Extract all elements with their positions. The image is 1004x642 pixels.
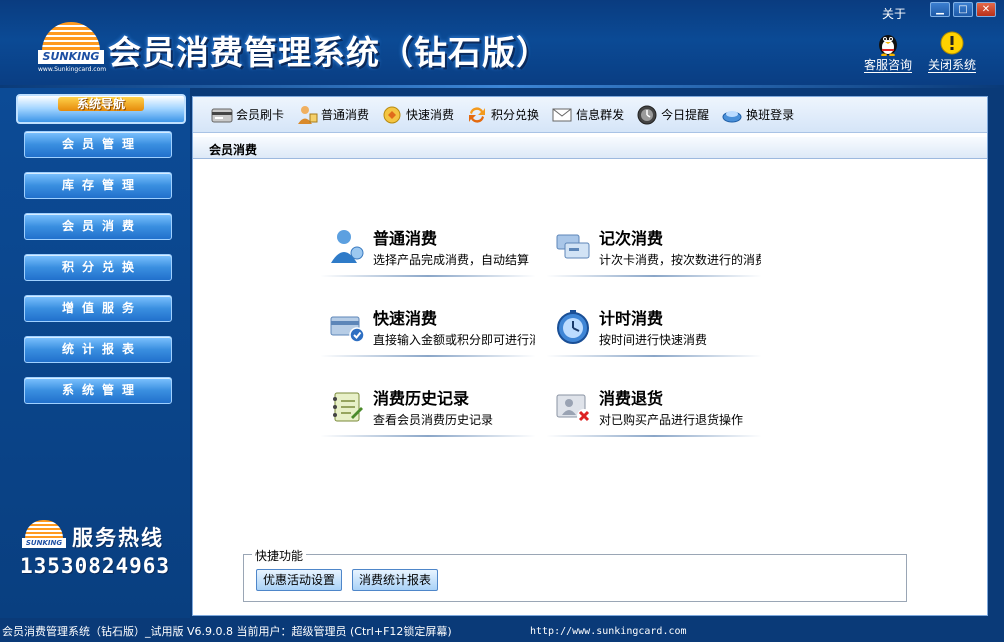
mini-logo-text: SUNKING: [22, 538, 66, 548]
card-title: 消费历史记录: [373, 389, 470, 408]
navigation-sidebar: 系统导航 会员管理 库存管理 会员消费 积分兑换 增值服务 统计报表 系统管理 …: [0, 88, 190, 618]
close-button[interactable]: ✕: [976, 2, 996, 17]
sidebar-item-statistics-report[interactable]: 统计报表: [24, 336, 172, 363]
toolbar-points-exchange-button[interactable]: 积分兑换: [466, 103, 539, 127]
user-purchase-icon: [331, 230, 364, 263]
sidebar-item-inventory-management[interactable]: 库存管理: [24, 172, 172, 199]
card-purchase-return[interactable]: 消费退货 对已购买产品进行退货操作: [547, 381, 761, 437]
card-title: 记次消费: [599, 229, 664, 248]
toolbar-today-reminder-button[interactable]: 今日提醒: [636, 103, 709, 127]
card-description: 查看会员消费历史记录: [373, 413, 494, 427]
card-description: 计次卡消费，按次数进行的消费: [599, 253, 761, 267]
sidebar-item-points-exchange[interactable]: 积分兑换: [24, 254, 172, 281]
toolbar-broadcast-message-button[interactable]: 信息群发: [551, 103, 624, 127]
card-reader-icon: [211, 108, 233, 122]
card-fast-purchase[interactable]: 快速消费 直接输入金额或积分即可进行消: [321, 301, 535, 357]
timer-icon: [557, 310, 589, 344]
toolbar-label: 积分兑换: [491, 108, 540, 122]
sidebar-item-member-management[interactable]: 会员管理: [24, 131, 172, 158]
card-description: 直接输入金额或积分即可进行消: [373, 333, 535, 347]
toolbar-card-swipe-button[interactable]: 会员刷卡: [211, 103, 284, 127]
toolbar-label: 会员刷卡: [236, 108, 285, 122]
consumption-report-button[interactable]: 消费统计报表: [352, 569, 439, 591]
sun-logo-icon: [42, 22, 100, 52]
hotline-number: 13530824963: [20, 554, 171, 578]
card-normal-purchase[interactable]: 普通消费 选择产品完成消费，自动结算: [321, 221, 535, 277]
fast-purchase-icon: [330, 316, 365, 343]
toolbar-label: 快速消费: [406, 108, 455, 122]
card-timed-purchase[interactable]: 计时消费 按时间进行快速消费: [547, 301, 761, 357]
minimize-button[interactable]: ▁: [930, 2, 950, 17]
service-hotline: SUNKING 服务热线 13530824963: [20, 516, 190, 586]
window-controls: ▁ □ ✕: [930, 2, 996, 20]
mini-logo: SUNKING: [22, 520, 66, 554]
toolbar-normal-purchase-button[interactable]: 普通消费: [296, 103, 369, 127]
count-card-icon: [556, 234, 590, 259]
toolbar-label: 普通消费: [321, 108, 370, 122]
title-bar: SUNKING www.Sunkingcard.com 会员消费管理系统（钻石版…: [0, 0, 1004, 88]
reminder-icon: [637, 105, 657, 124]
toolbar-label: 今日提醒: [661, 108, 710, 122]
toolbar-label: 信息群发: [576, 108, 625, 122]
logo-url: www.Sunkingcard.com: [38, 66, 107, 73]
user-purchase-icon: [298, 105, 318, 124]
card-purchase-history[interactable]: 消费历史记录 查看会员消费历史记录: [321, 381, 535, 437]
card-description: 选择产品完成消费，自动结算: [373, 253, 530, 267]
status-text: 会员消费管理系统（钻石版）_试用版 V6.9.0.8 当前用户：超级管理员 (C…: [2, 625, 452, 638]
card-count-purchase[interactable]: 记次消费 计次卡消费，按次数进行的消费: [547, 221, 761, 277]
card-title: 计时消费: [599, 309, 664, 328]
quick-functions-title: 快捷功能: [252, 547, 307, 564]
toolbar-label: 换班登录: [746, 108, 795, 122]
promotion-settings-button[interactable]: 优惠活动设置: [256, 569, 343, 591]
card-title: 消费退货: [599, 389, 664, 408]
close-system-button[interactable]: 关闭系统: [922, 30, 982, 73]
customer-service-label: 客服咨询: [863, 58, 912, 73]
card-description: 对已购买产品进行退货操作: [599, 413, 744, 427]
section-title: 会员消费: [209, 143, 258, 157]
logo-text: SUNKING: [38, 50, 104, 64]
mini-sun-logo-icon: [25, 520, 63, 538]
exchange-icon: [469, 106, 486, 123]
customer-service-button[interactable]: 客服咨询: [858, 30, 918, 73]
sunking-logo: SUNKING www.Sunkingcard.com: [38, 20, 107, 74]
section-header: 会员消费: [193, 137, 987, 159]
fast-purchase-icon: [383, 106, 401, 123]
toolbar-shift-login-button[interactable]: 换班登录: [721, 103, 794, 127]
mail-icon: [552, 108, 572, 121]
penguin-icon: [879, 35, 897, 56]
card-title: 快速消费: [373, 309, 438, 328]
quick-functions-group: 快捷功能 优惠活动设置 消费统计报表: [243, 547, 907, 602]
hotline-label: 服务热线: [72, 526, 164, 550]
shift-login-icon: [722, 110, 742, 122]
toolbar: 会员刷卡 普通消费 快速消费 积分兑换 信息群发 今日提醒 换班登录: [193, 97, 987, 133]
maximize-button[interactable]: □: [953, 2, 973, 17]
card-title: 普通消费: [373, 229, 438, 248]
close-system-label: 关闭系统: [927, 58, 976, 73]
main-panel: 会员刷卡 普通消费 快速消费 积分兑换 信息群发 今日提醒 换班登录 会员消费 …: [192, 96, 988, 616]
status-url[interactable]: http://www.sunkingcard.com: [530, 621, 687, 642]
app-title: 会员消费管理系统（钻石版）: [108, 33, 550, 72]
sidebar-item-member-consumption[interactable]: 会员消费: [24, 213, 172, 240]
about-link[interactable]: 关于: [882, 5, 906, 22]
sidebar-item-value-added-services[interactable]: 增值服务: [24, 295, 172, 322]
sidebar-item-system-management[interactable]: 系统管理: [24, 377, 172, 404]
return-icon: [556, 394, 591, 423]
sidebar-header: 系统导航: [16, 94, 186, 124]
warning-icon: [940, 31, 964, 55]
toolbar-fast-purchase-button[interactable]: 快速消费: [381, 103, 454, 127]
status-bar: 会员消费管理系统（钻石版）_试用版 V6.9.0.8 当前用户：超级管理员 (C…: [0, 621, 1004, 642]
card-description: 按时间进行快速消费: [599, 333, 708, 347]
sidebar-header-label: 系统导航: [58, 97, 144, 111]
history-icon: [333, 392, 363, 422]
